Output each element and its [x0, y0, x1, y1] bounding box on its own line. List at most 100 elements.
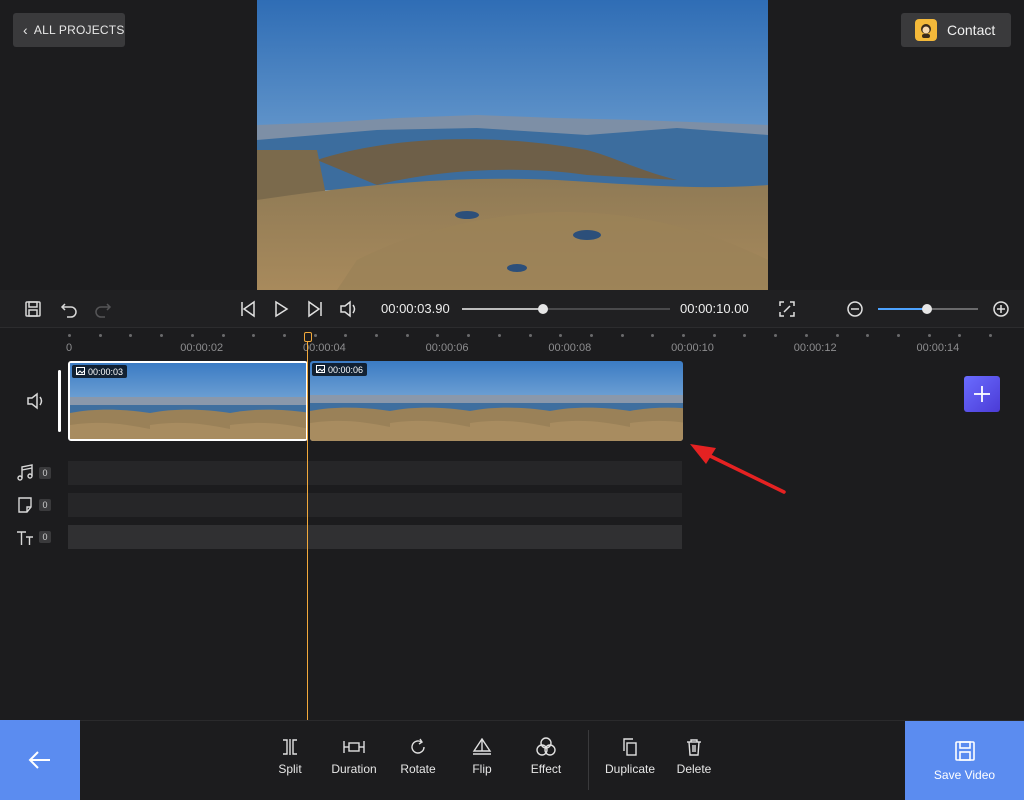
ruler-tick: [98, 334, 102, 337]
ruler-tick: [743, 334, 747, 337]
ruler-tick: [344, 334, 348, 337]
current-time: 00:00:03.90: [381, 301, 450, 316]
zoom-in-icon[interactable]: [990, 298, 1012, 320]
ruler-tick: [589, 334, 593, 337]
duration-button[interactable]: Duration: [322, 736, 386, 784]
play-icon[interactable]: [270, 298, 292, 320]
volume-icon[interactable]: [338, 298, 360, 320]
zoom-slider[interactable]: [878, 304, 978, 314]
zoom-out-icon[interactable]: [844, 298, 866, 320]
clip-frame-thumbnail: [470, 361, 550, 441]
duplicate-button[interactable]: Duplicate: [598, 736, 662, 784]
undo-icon[interactable]: [58, 298, 80, 320]
rotate-icon: [407, 736, 429, 758]
arrow-left-icon: [28, 751, 50, 769]
ruler-tick: [313, 334, 317, 337]
all-projects-label: ALL PROJECTS: [33, 23, 125, 37]
fullscreen-icon[interactable]: [776, 298, 798, 320]
split-icon: [279, 736, 301, 758]
rotate-button[interactable]: Rotate: [386, 736, 450, 784]
clip-frame-thumbnail: [550, 361, 630, 441]
ruler-tick: [896, 334, 900, 337]
plus-icon: [974, 386, 990, 402]
playhead-handle[interactable]: [304, 332, 312, 342]
text-track-lane[interactable]: [68, 525, 682, 549]
zoom-slider-handle[interactable]: [922, 304, 932, 314]
ruler-label: 00:00:08: [548, 342, 592, 354]
annotation-arrow: [690, 444, 786, 494]
ruler-tick: [190, 334, 194, 337]
toolbar-divider: [588, 730, 589, 790]
ruler-label: 00:00:06: [425, 342, 469, 354]
back-button[interactable]: [0, 720, 80, 800]
seek-slider-handle[interactable]: [538, 304, 549, 314]
ruler-tick: [467, 334, 471, 337]
effect-button[interactable]: Effect: [514, 736, 578, 784]
add-media-button[interactable]: [964, 376, 1000, 412]
chevron-left-icon: ‹: [23, 22, 28, 38]
clip-frame-thumbnail: [630, 361, 683, 441]
clip-frame-thumbnail: [150, 363, 230, 439]
timeline-ruler[interactable]: 0 00:00:02 00:00:04 00:00:06 00:00:08 00:00:1…: [0, 330, 1024, 360]
flip-button[interactable]: Flip: [450, 736, 514, 784]
ruler-label: 0: [65, 342, 73, 354]
ruler-tick: [528, 334, 532, 337]
total-time: 00:00:10.00: [680, 301, 749, 316]
ruler-label: 00:00:02: [180, 342, 224, 354]
ruler-tick: [682, 334, 685, 337]
music-track-count: 0: [39, 467, 51, 479]
music-track-lane[interactable]: [68, 461, 682, 485]
redo-icon[interactable]: [92, 298, 114, 320]
ruler-tick: [497, 334, 501, 337]
ruler-tick: [620, 334, 624, 337]
clip-duration-badge: 00:00:06: [312, 363, 368, 376]
contact-avatar-icon: [915, 19, 937, 41]
playhead-line[interactable]: [307, 334, 308, 720]
video-preview: [257, 0, 768, 290]
delete-button[interactable]: Delete: [662, 736, 726, 784]
duration-icon: [343, 736, 365, 758]
text-track-count: 0: [39, 531, 51, 543]
text-icon: [14, 527, 36, 549]
ruler-tick: [774, 334, 778, 337]
contact-label: Contact: [947, 22, 996, 38]
ruler-tick: [804, 334, 808, 337]
clip-frame-thumbnail: [230, 363, 306, 439]
ruler-label: 00:00:04: [302, 342, 346, 354]
ruler-tick: [282, 334, 286, 337]
ruler-tick: [927, 334, 931, 337]
ruler-tick: [375, 334, 378, 337]
skip-forward-icon[interactable]: [304, 298, 326, 320]
effect-icon: [535, 736, 557, 758]
save-icon[interactable]: [22, 298, 44, 320]
ruler-tick: [835, 334, 839, 337]
contact-button[interactable]: Contact: [901, 13, 1011, 47]
transport-bar: 00:00:03.90 00:00:10.00: [0, 290, 1024, 328]
skip-back-icon[interactable]: [237, 298, 259, 320]
video-track-volume-icon[interactable]: [25, 390, 47, 412]
save-icon: [954, 740, 975, 761]
seek-slider-fill: [462, 308, 544, 310]
ruler-tick: [405, 334, 409, 337]
ruler-label: 00:00:12: [793, 342, 837, 354]
ruler-tick: [252, 334, 256, 337]
track-start-handle[interactable]: [58, 370, 61, 432]
ruler-tick: [68, 334, 71, 337]
ruler-tick: [129, 334, 133, 337]
video-clip[interactable]: 00:00:06: [310, 361, 683, 441]
sticker-track-count: 0: [39, 499, 51, 511]
save-video-button[interactable]: Save Video: [905, 721, 1024, 800]
ruler-tick: [958, 334, 962, 337]
ruler-tick: [221, 334, 225, 337]
seek-slider[interactable]: [462, 304, 670, 314]
sticker-icon: [14, 494, 36, 516]
split-button[interactable]: Split: [258, 736, 322, 784]
all-projects-button[interactable]: ‹ ALL PROJECTS: [13, 13, 125, 47]
music-note-icon: [14, 462, 36, 484]
ruler-tick: [866, 334, 870, 337]
sticker-track-lane[interactable]: [68, 493, 682, 517]
video-clip[interactable]: 00:00:03: [68, 361, 308, 441]
duplicate-icon: [619, 736, 641, 758]
flip-icon: [471, 736, 493, 758]
ruler-tick: [559, 334, 563, 337]
